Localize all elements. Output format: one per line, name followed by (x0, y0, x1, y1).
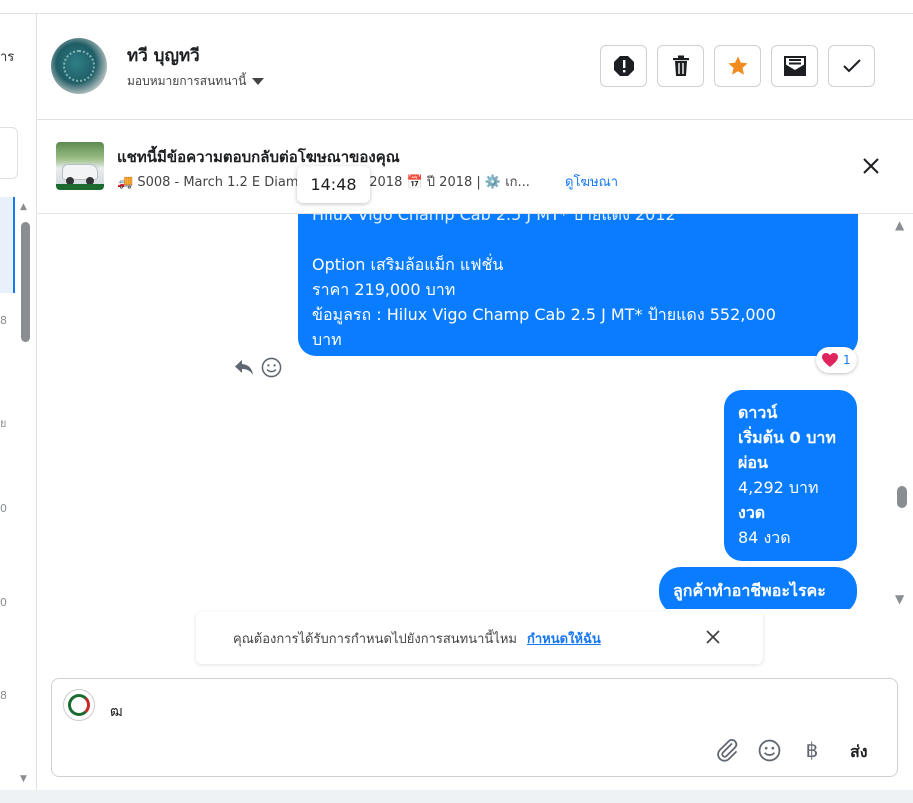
emoji-icon[interactable] (261, 357, 282, 378)
message-line: ดาวน์ (738, 403, 778, 422)
reaction-count: 1 (843, 353, 851, 367)
rail-mark: 8 (0, 314, 7, 327)
conversation-header: ทวี บุญทวี มอบหมายการสนทนานี้ (37, 14, 913, 120)
rail-mark: ย (0, 417, 7, 430)
mark-spam-button[interactable] (600, 45, 647, 87)
emoji-button[interactable] (756, 737, 782, 763)
contact-avatar[interactable] (51, 38, 107, 94)
assign-prompt-text: คุณต้องการได้รับการกำหนดไปยังการสนทนานี้… (233, 631, 517, 647)
trash-icon (672, 55, 689, 76)
view-ad-link[interactable]: ดูโฆษณา (565, 171, 618, 192)
message-bubble-outgoing[interactable]: ลูกค้าทำอาชีพอะไรคะ (659, 567, 857, 609)
close-icon[interactable] (861, 156, 881, 176)
message-line: งวด (738, 503, 766, 522)
baht-icon: ฿ (805, 738, 819, 762)
message-line: ผ่อน (738, 453, 768, 472)
attach-button[interactable] (714, 737, 740, 763)
message-time-tooltip: 14:48 (297, 166, 370, 203)
rail-search-box[interactable] (0, 127, 18, 179)
message-line: 4,292 บาท (738, 478, 819, 497)
assign-label: มอบหมายการสนทนานี้ (127, 74, 247, 88)
reply-icon[interactable] (233, 357, 255, 377)
mark-unread-button[interactable] (771, 45, 818, 87)
messenger-inbox: าร ▲ 8 ย 0 0 8 ▼ ทวี บุญทวี มอบหมายการสน… (0, 0, 913, 803)
baht-payment-button[interactable]: ฿ (799, 737, 825, 763)
assign-to-me-link[interactable]: กำหนดให้ฉัน (527, 628, 601, 649)
message-input[interactable]: ฒ (110, 701, 123, 723)
message-line: เริ่มต้น 0 บาท (738, 428, 836, 447)
message-line: ราคา 219,000 บาท (312, 280, 456, 299)
ad-thumbnail[interactable] (56, 142, 104, 190)
ad-description: 🚚 S008 - March 1.2 E Diamond MT* ปี 2018… (117, 175, 530, 190)
star-icon (727, 56, 748, 75)
message-line: บาท (312, 330, 342, 349)
mail-icon (783, 56, 806, 76)
paperclip-icon (717, 738, 738, 762)
spam-icon (613, 56, 634, 76)
mark-done-button[interactable] (828, 45, 875, 87)
chat-scroll-down-arrow[interactable]: ▼ (895, 592, 904, 606)
message-line: Hilux Vigo Champ Cab 2.5 J MT* ป้ายแดง 2… (312, 214, 676, 224)
contact-name[interactable]: ทวี บุญทวี (127, 42, 200, 69)
rail-partial-text: าร (0, 50, 15, 65)
rail-scroll-up-arrow[interactable]: ▲ (20, 202, 27, 212)
heart-icon (822, 353, 838, 367)
conversation-list-rail: าร ▲ 8 ย 0 0 8 ▼ (0, 14, 37, 790)
assign-dropdown[interactable]: มอบหมายการสนทนานี้ (127, 72, 265, 91)
message-actions (233, 357, 282, 378)
chat-scroll-up-arrow[interactable]: ▲ (895, 218, 904, 232)
close-icon[interactable] (704, 628, 722, 646)
ad-reply-banner: แชทนี้มีข้อความตอบกลับต่อโฆษณาของคุณ 🚚 S… (37, 120, 913, 214)
rail-mark: 0 (0, 502, 7, 515)
chat-scrollbar-thumb[interactable] (897, 486, 907, 508)
emoji-icon (758, 739, 780, 761)
bottom-strip (0, 790, 913, 803)
check-icon (842, 59, 861, 73)
message-line: Option เสริมล้อแม็ก แฟชั่น (312, 255, 504, 274)
rail-mark: 0 (0, 596, 7, 609)
rail-scroll-down-arrow[interactable]: ▼ (20, 774, 27, 784)
rail-selected-item[interactable] (0, 197, 15, 293)
delete-button[interactable] (657, 45, 704, 87)
rail-mark: 8 (0, 689, 7, 702)
message-bubble-outgoing[interactable]: ดาวน์ เริ่มต้น 0 บาท ผ่อน 4,292 บาท งวด … (724, 390, 857, 561)
message-bubble-outgoing[interactable]: Hilux Vigo Champ Cab 2.5 J MT* ป้ายแดง 2… (298, 214, 858, 356)
star-button[interactable] (714, 45, 761, 87)
message-line: ข้อมูลรถ : Hilux Vigo Champ Cab 2.5 J MT… (312, 305, 776, 324)
rail-scrollbar-thumb[interactable] (21, 222, 30, 342)
caret-down-icon (252, 78, 265, 85)
message-thread: Hilux Vigo Champ Cab 2.5 J MT* ป้ายแดง 2… (37, 214, 913, 609)
page-avatar (63, 689, 95, 721)
assign-prompt-bar: คุณต้องการได้รับการกำหนดไปยังการสนทนานี้… (196, 612, 763, 664)
message-composer: ฒ ฿ ส่ง (51, 678, 898, 777)
reaction-badge[interactable]: 1 (816, 347, 857, 373)
send-button[interactable]: ส่ง (850, 740, 868, 765)
message-line: 84 งวด (738, 528, 791, 547)
message-text: ลูกค้าทำอาชีพอะไรคะ (673, 581, 826, 600)
